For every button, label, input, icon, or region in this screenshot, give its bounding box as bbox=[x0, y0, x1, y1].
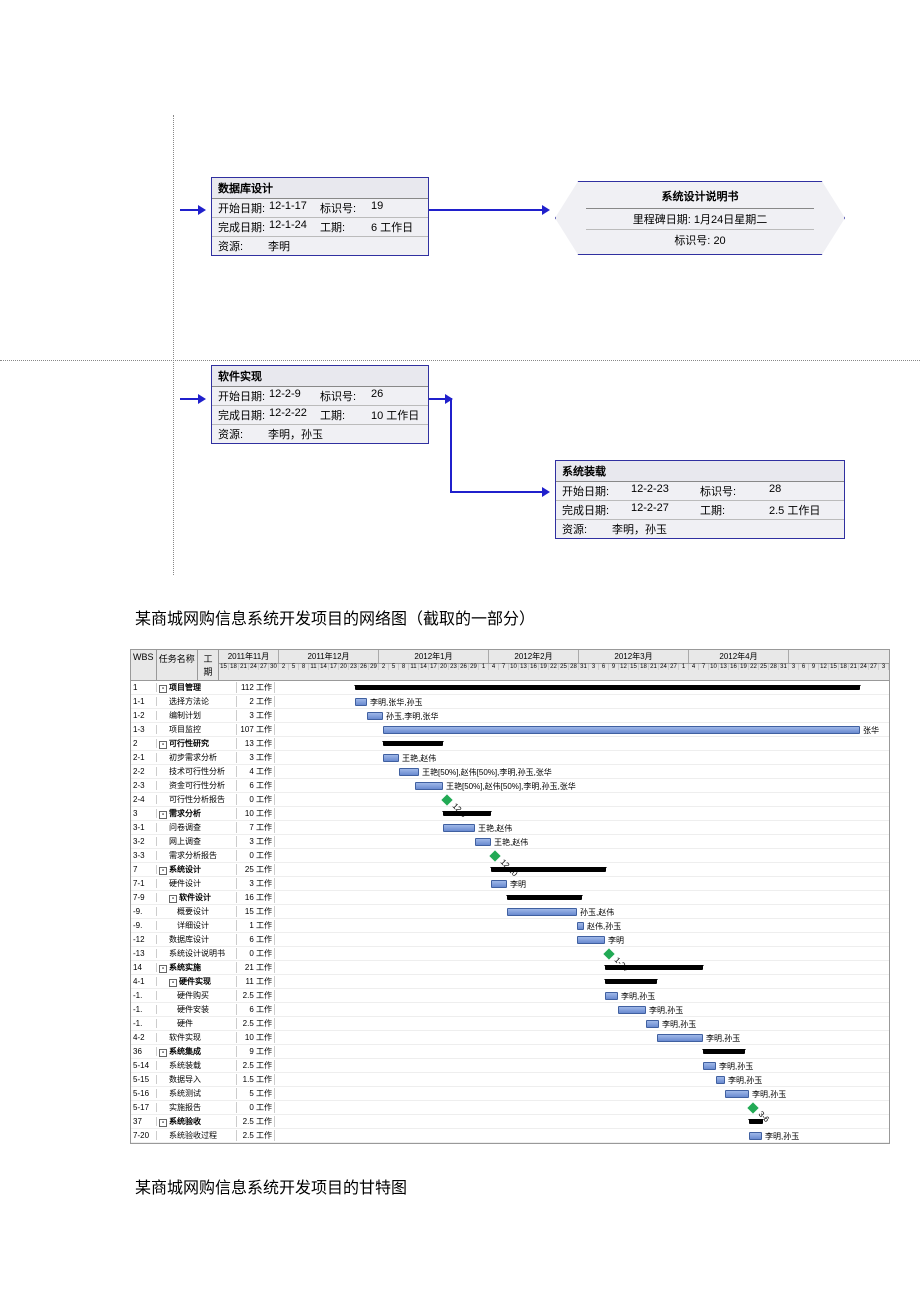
task-bar: 李明,张华,孙玉 bbox=[355, 698, 367, 706]
gantt-row: -13系统设计说明书0 工作1-24 bbox=[131, 947, 889, 961]
task-bar: 李明,孙玉 bbox=[657, 1034, 703, 1042]
gantt-row: 3-1问卷调查7 工作王艳,赵伟 bbox=[131, 821, 889, 835]
gantt-month-header: 2012年3月 bbox=[579, 650, 689, 663]
summary-bar bbox=[749, 1119, 763, 1124]
task-bar: 李明,孙玉 bbox=[749, 1132, 762, 1140]
gantt-row: 1-项目管理112 工作 bbox=[131, 681, 889, 695]
gantt-month-header: 2011年11月 bbox=[219, 650, 279, 663]
gantt-month-header: 2011年12月 bbox=[279, 650, 379, 663]
gantt-month-header: 2012年2月 bbox=[489, 650, 579, 663]
gantt-row: 1-1选择方法论2 工作李明,张华,孙玉 bbox=[131, 695, 889, 709]
task-bar: 李明,孙玉 bbox=[703, 1062, 716, 1070]
gantt-row: 2-1初步需求分析3 工作王艳,赵伟 bbox=[131, 751, 889, 765]
gantt-row: 36-系统集成9 工作 bbox=[131, 1045, 889, 1059]
gantt-row: -1.硬件购买2.5 工作李明,孙玉 bbox=[131, 989, 889, 1003]
summary-bar bbox=[443, 811, 491, 816]
gantt-body: 1-项目管理112 工作1-1选择方法论2 工作李明,张华,孙玉1-2编制计划3… bbox=[131, 681, 889, 1143]
task-bar: 王艳,赵伟 bbox=[443, 824, 475, 832]
task-box-software-impl: 软件实现 开始日期: 12-2-9 标识号: 26 完成日期: 12-2-22 … bbox=[211, 365, 429, 444]
gantt-row: 14-系统实施21 工作 bbox=[131, 961, 889, 975]
milestone-icon: 12-20 bbox=[489, 850, 500, 861]
gantt-row: -12数据库设计6 工作李明 bbox=[131, 933, 889, 947]
task-bar: 李明,孙玉 bbox=[618, 1006, 646, 1014]
gantt-row: 3-需求分析10 工作 bbox=[131, 807, 889, 821]
summary-bar bbox=[355, 685, 860, 690]
expand-icon[interactable]: - bbox=[159, 965, 167, 973]
gantt-row: 5-14系统装载2.5 工作李明,孙玉 bbox=[131, 1059, 889, 1073]
expand-icon[interactable]: - bbox=[159, 1119, 167, 1127]
gantt-month-header: 2012年1月 bbox=[379, 650, 489, 663]
task-bar: 孙玉,李明,张华 bbox=[367, 712, 383, 720]
gantt-row: 7-1硬件设计3 工作李明 bbox=[131, 877, 889, 891]
task-bar: 李明,孙玉 bbox=[716, 1076, 725, 1084]
gantt-header: WBS 任务名称 工期 2011年11月2011年12月2012年1月2012年… bbox=[131, 650, 889, 681]
task-bar: 王艳[50%],赵伟[50%],李明,孙玉,张华 bbox=[415, 782, 443, 790]
gantt-row: 5-17实施报告0 工作3-6 bbox=[131, 1101, 889, 1115]
gantt-row: 4-2软件实现10 工作李明,孙玉 bbox=[131, 1031, 889, 1045]
caption-network: 某商城网购信息系统开发项目的网络图（截取的一部分） bbox=[135, 605, 920, 629]
task-bar: 李明,孙玉 bbox=[725, 1090, 749, 1098]
arrow-icon bbox=[180, 398, 203, 400]
task-bar: 孙玉,赵伟 bbox=[507, 908, 577, 916]
gantt-row: -1.硬件2.5 工作李明,孙玉 bbox=[131, 1017, 889, 1031]
milestone-icon: 3-6 bbox=[747, 1102, 758, 1113]
gantt-month-header: 2012年4月 bbox=[689, 650, 789, 663]
caption-gantt: 某商城网购信息系统开发项目的甘特图 bbox=[135, 1174, 920, 1198]
gantt-row: -9.详细设计1 工作赵伟,孙玉 bbox=[131, 919, 889, 933]
expand-icon[interactable]: - bbox=[159, 685, 167, 693]
task-bar: 王艳,赵伟 bbox=[383, 754, 399, 762]
task-bar: 赵伟,孙玉 bbox=[577, 922, 584, 930]
summary-bar bbox=[703, 1049, 745, 1054]
milestone-icon: 12-6 bbox=[441, 794, 452, 805]
task-bar: 李明,孙玉 bbox=[605, 992, 618, 1000]
task-bar: 李明 bbox=[577, 936, 605, 944]
gantt-row: 7-系统设计25 工作 bbox=[131, 863, 889, 877]
gantt-row: 5-15数据导入1.5 工作李明,孙玉 bbox=[131, 1073, 889, 1087]
gantt-row: 5-16系统测试5 工作李明,孙玉 bbox=[131, 1087, 889, 1101]
arrow-icon bbox=[429, 209, 547, 211]
gantt-row: 1-3项目监控107 工作张华 bbox=[131, 723, 889, 737]
gantt-row: 7-9-软件设计16 工作 bbox=[131, 891, 889, 905]
expand-icon[interactable]: - bbox=[159, 741, 167, 749]
expand-icon[interactable]: - bbox=[159, 867, 167, 875]
box-title: 数据库设计 bbox=[212, 178, 428, 199]
summary-bar bbox=[605, 979, 657, 984]
arrow-line bbox=[450, 398, 452, 493]
gantt-row: 3-2网上调查3 工作王艳,赵伟 bbox=[131, 835, 889, 849]
gantt-row: 37-系统验收2.5 工作 bbox=[131, 1115, 889, 1129]
expand-icon[interactable]: - bbox=[159, 1049, 167, 1057]
summary-bar bbox=[491, 867, 606, 872]
summary-bar bbox=[507, 895, 582, 900]
gantt-row: 7-20系统验收过程2.5 工作李明,孙玉 bbox=[131, 1129, 889, 1143]
gantt-row: 2-3资金可行性分析6 工作王艳[50%],赵伟[50%],李明,孙玉,张华 bbox=[131, 779, 889, 793]
gantt-row: 3-3需求分析报告0 工作12-20 bbox=[131, 849, 889, 863]
task-bar: 王艳,赵伟 bbox=[475, 838, 491, 846]
summary-bar bbox=[605, 965, 703, 970]
gantt-row: 2-可行性研究13 工作 bbox=[131, 737, 889, 751]
milestone-icon: 1-24 bbox=[603, 948, 614, 959]
expand-icon[interactable]: - bbox=[169, 895, 177, 903]
expand-icon[interactable]: - bbox=[169, 979, 177, 987]
arrow-icon bbox=[450, 491, 547, 493]
task-bar: 李明,孙玉 bbox=[646, 1020, 659, 1028]
gantt-row: 1-2编制计划3 工作孙玉,李明,张华 bbox=[131, 709, 889, 723]
arrow-icon bbox=[429, 398, 450, 400]
task-box-system-load: 系统装载 开始日期: 12-2-23 标识号: 28 完成日期: 12-2-27… bbox=[555, 460, 845, 539]
network-diagram: 数据库设计 开始日期: 12-1-17 标识号: 19 完成日期: 12-1-2… bbox=[0, 115, 920, 575]
task-bar: 张华 bbox=[383, 726, 860, 734]
arrow-icon bbox=[180, 209, 203, 211]
task-bar: 王艳[50%],赵伟[50%],李明,孙玉,张华 bbox=[399, 768, 419, 776]
expand-icon[interactable]: - bbox=[159, 811, 167, 819]
gantt-row: 4-1-硬件实现11 工作 bbox=[131, 975, 889, 989]
gantt-row: -1.硬件安装6 工作李明,孙玉 bbox=[131, 1003, 889, 1017]
gantt-row: 2-2技术可行性分析4 工作王艳[50%],赵伟[50%],李明,孙玉,张华 bbox=[131, 765, 889, 779]
gantt-row: 2-4可行性分析报告0 工作12-6 bbox=[131, 793, 889, 807]
gantt-row: -9.概要设计15 工作孙玉,赵伟 bbox=[131, 905, 889, 919]
task-box-database-design: 数据库设计 开始日期: 12-1-17 标识号: 19 完成日期: 12-1-2… bbox=[211, 177, 429, 256]
gantt-chart: WBS 任务名称 工期 2011年11月2011年12月2012年1月2012年… bbox=[130, 649, 890, 1144]
summary-bar bbox=[383, 741, 443, 746]
task-bar: 李明 bbox=[491, 880, 507, 888]
milestone-system-design-doc: 系统设计说明书 里程碑日期: 1月24日星期二 标识号: 20 bbox=[555, 181, 845, 255]
